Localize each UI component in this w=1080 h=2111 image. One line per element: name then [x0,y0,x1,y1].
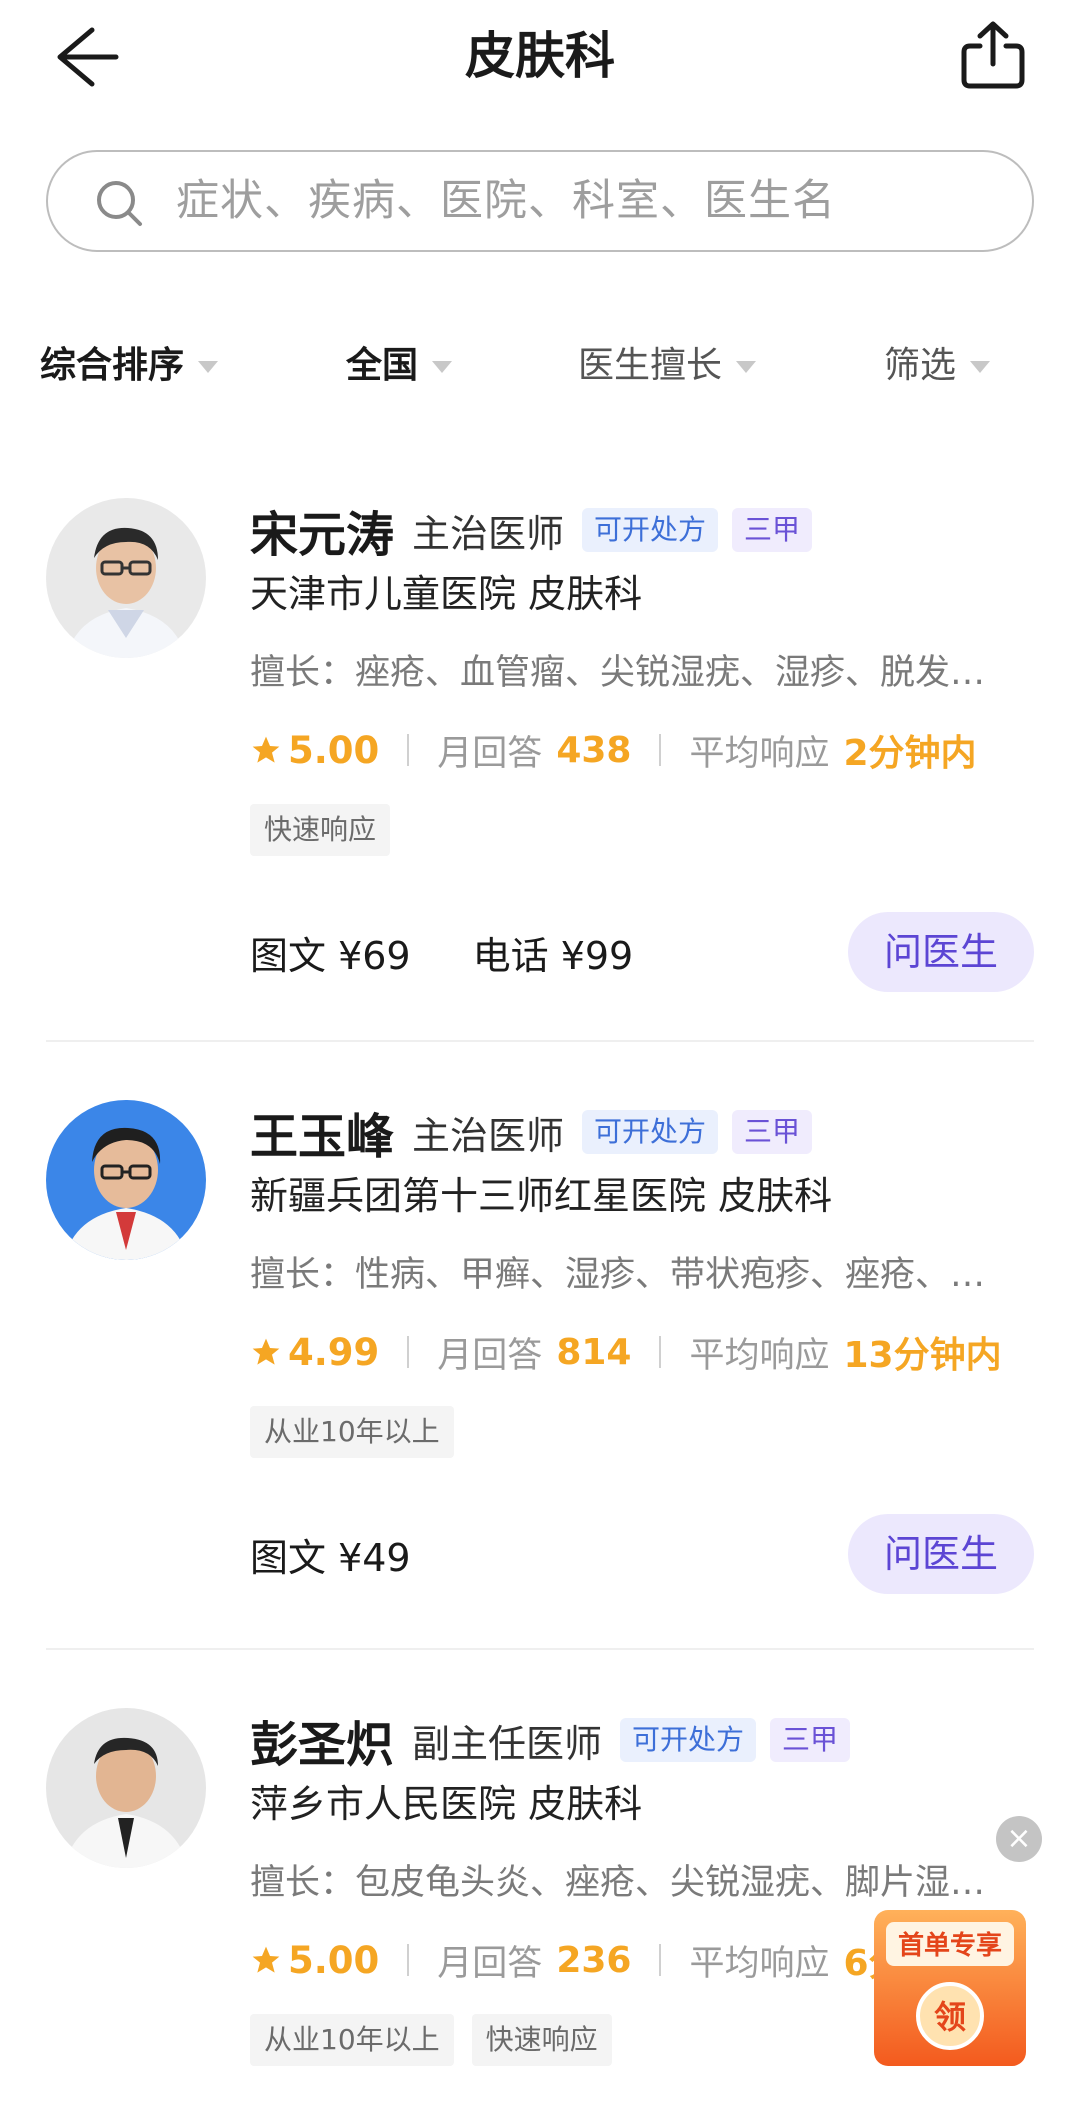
tag: 从业10年以上 [250,2014,454,2066]
share-icon[interactable] [956,18,1030,92]
price-phone-consult[interactable]: 电话 ¥99 [473,925,634,980]
caret-down-icon [432,361,453,373]
ask-doctor-button[interactable]: 问医生 [848,912,1034,992]
star-icon [252,1338,280,1365]
caret-down-icon [198,361,219,373]
response-label: 平均响应 [689,1943,830,1984]
promo-close-button[interactable]: × [996,1816,1042,1862]
tag-list: 快速响应 [250,804,408,856]
doctor-name: 彭圣炽 [250,1717,395,1773]
doctor-name: 宋元涛 [250,507,395,563]
prescription-badge: 可开处方 [620,1718,757,1762]
promo-coin-label: 领 [934,1998,966,2036]
hospital-grade-badge: 三甲 [770,1718,851,1762]
stats-row: 5.00 月回答 438 平均响应 2分钟内 [250,722,977,778]
tag: 从业10年以上 [250,1406,454,1458]
promo-title: 首单专享 [898,1930,1002,1961]
hospital-name: 萍乡市人民医院 皮肤科 [250,1782,643,1826]
name-row: 彭圣炽 副主任医师 可开处方 三甲 [250,1708,851,1773]
card-divider [46,1040,1034,1042]
response-value: 13分钟内 [843,1335,1002,1376]
divider [407,734,410,766]
filter-expertise[interactable]: 医生擅长 [578,336,757,396]
doctor-title: 主治医师 [412,511,565,556]
filter-bar: 综合排序 全国 医生擅长 筛选 [0,336,1080,396]
rating-value: 5.00 [288,728,380,772]
doctor-avatar [46,498,206,658]
doctor-avatar [46,1708,206,1868]
monthly-answers-value: 438 [556,729,632,771]
tag: 快速响应 [250,804,391,856]
divider [659,734,662,766]
hospital-grade-badge: 三甲 [732,508,813,552]
tag-list: 从业10年以上 [250,1406,472,1458]
doctor-name: 王玉峰 [250,1109,395,1165]
filter-sort[interactable]: 综合排序 [40,336,219,396]
stats-row: 4.99 月回答 814 平均响应 13分钟内 [250,1324,1002,1380]
monthly-answers-label: 月回答 [437,733,543,774]
name-row: 王玉峰 主治医师 可开处方 三甲 [250,1100,813,1165]
stats-row: 5.00 月回答 236 平均响应 6分钟内 [250,1932,977,1988]
divider [407,1944,410,1976]
name-row: 宋元涛 主治医师 可开处方 三甲 [250,498,813,563]
filter-region[interactable]: 全国 [346,336,453,396]
divider [407,1336,410,1368]
monthly-answers-label: 月回答 [437,1943,543,1984]
page-title: 皮肤科 [465,27,615,85]
response-value: 2分钟内 [843,733,977,774]
prescription-badge: 可开处方 [582,508,719,552]
price-row: 图文 ¥49 [250,1514,473,1594]
doctor-title: 副主任医师 [412,1721,603,1766]
filter-more-label: 筛选 [884,345,957,386]
tag-list: 从业10年以上 快速响应 [250,2014,630,2066]
price-text-consult[interactable]: 图文 ¥69 [250,925,411,980]
search-input[interactable]: 症状、疾病、医院、科室、医生名 [46,150,1034,252]
search-icon [97,181,142,226]
top-bar: 皮肤科 [0,0,1080,120]
hospital-grade-badge: 三甲 [732,1110,813,1154]
divider [659,1336,662,1368]
hospital-name: 新疆兵团第十三师红星医院 皮肤科 [250,1174,833,1218]
price-text-consult[interactable]: 图文 ¥49 [250,1527,411,1582]
doctor-card[interactable]: 王玉峰 主治医师 可开处方 三甲 新疆兵团第十三师红星医院 皮肤科 擅长：性病、… [46,1100,1034,1600]
prescription-badge: 可开处方 [582,1110,719,1154]
filter-sort-label: 综合排序 [40,345,185,386]
first-order-promo-badge[interactable]: 首单专享 领 [870,1900,1030,2070]
monthly-answers-value: 814 [556,1331,632,1373]
ask-doctor-button[interactable]: 问医生 [848,1514,1034,1594]
monthly-answers-value: 236 [556,1939,632,1981]
filter-more[interactable]: 筛选 [884,336,991,396]
caret-down-icon [736,361,757,373]
tag: 快速响应 [471,2014,612,2066]
search-placeholder: 症状、疾病、医院、科室、医生名 [176,176,836,226]
rating-value: 5.00 [288,1938,380,1982]
filter-expertise-label: 医生擅长 [578,345,723,386]
filter-region-label: 全国 [346,345,419,386]
doctor-avatar [46,1100,206,1260]
monthly-answers-label: 月回答 [437,1335,543,1376]
caret-down-icon [970,361,991,373]
rating-value: 4.99 [288,1330,380,1374]
response-label: 平均响应 [689,733,830,774]
response-label: 平均响应 [689,1335,830,1376]
star-icon [252,736,280,763]
price-row: 图文 ¥69 电话 ¥99 [250,912,695,992]
hospital-name: 天津市儿童医院 皮肤科 [250,572,643,616]
doctor-card[interactable]: 宋元涛 主治医师 可开处方 三甲 天津市儿童医院 皮肤科 擅长：痤疮、血管瘤、尖… [46,498,1034,998]
card-divider [46,1648,1034,1650]
specialty-text: 擅长：性病、甲癣、湿疹、带状疱疹、痤疮、… [250,1255,986,1295]
divider [659,1944,662,1976]
specialty-text: 擅长：痤疮、血管瘤、尖锐湿疣、湿疹、脱发… [250,653,986,693]
doctor-title: 主治医师 [412,1113,565,1158]
star-icon [252,1946,280,1973]
